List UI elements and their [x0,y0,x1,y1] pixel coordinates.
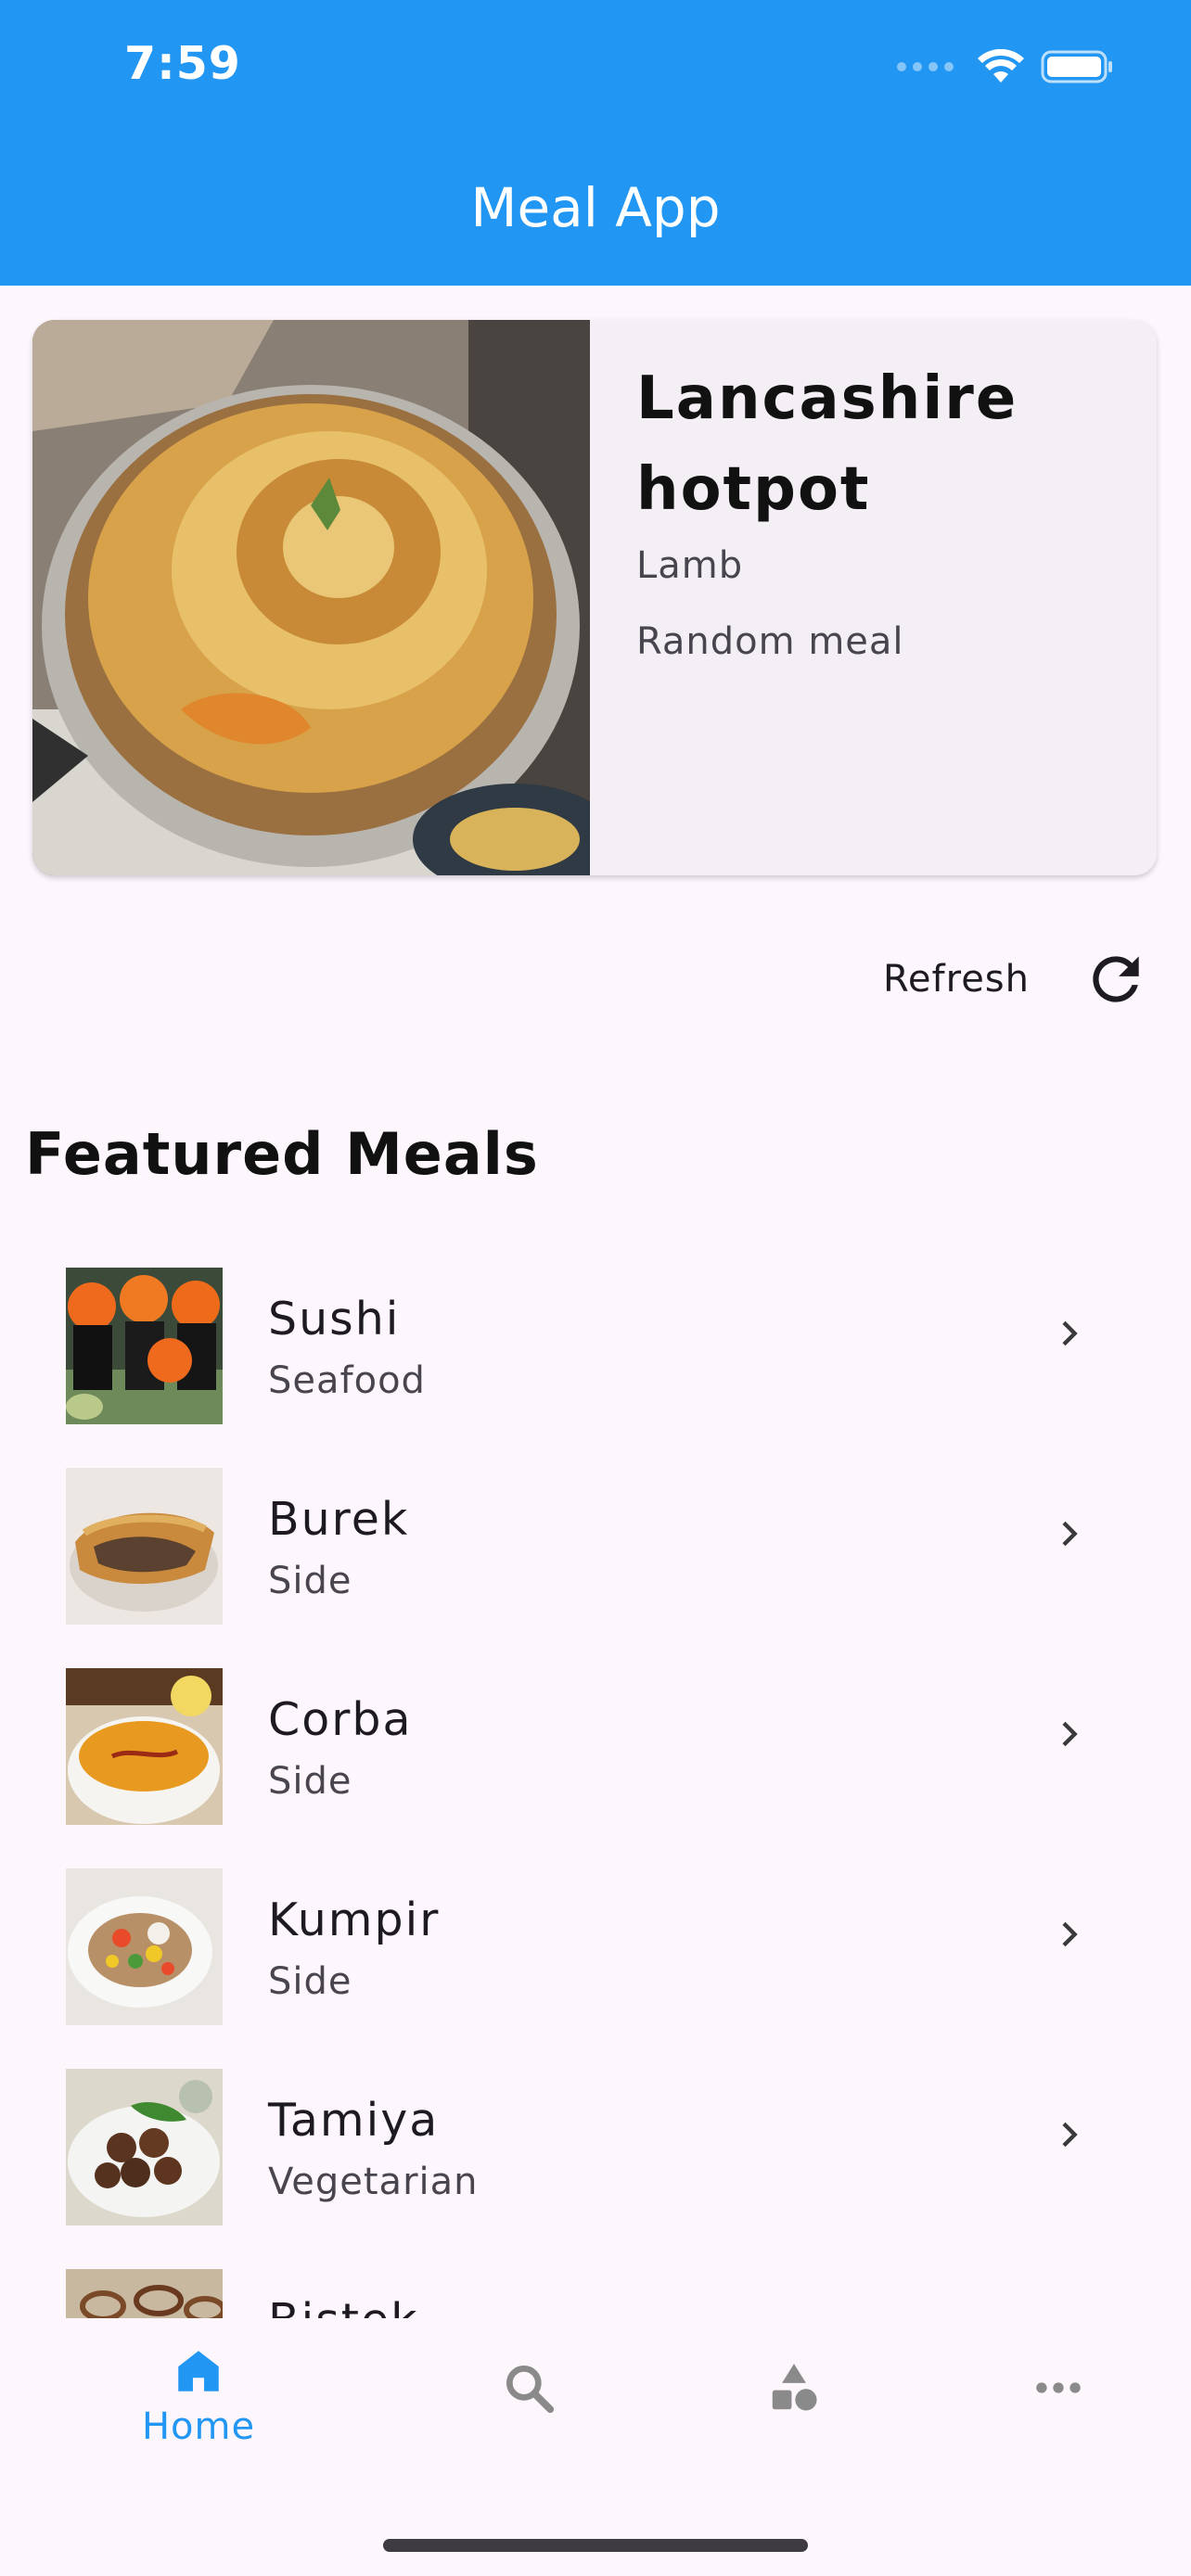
nav-search[interactable] [492,2318,566,2526]
nav-home-label: Home [141,2405,256,2448]
home-icon [178,2351,219,2391]
meal-name: Bistek [268,2294,419,2318]
status-icons [897,48,1115,85]
nav-categories[interactable] [757,2318,831,2526]
random-meal-title: Lancashire hotpot [636,364,1018,524]
meal-thumbnail [66,1668,223,1825]
list-item[interactable]: Burek Side [0,1454,1191,1654]
refresh-label: Refresh [882,958,1030,1001]
list-item[interactable]: Corba Side [0,1654,1191,1855]
meal-name: Burek [268,1493,410,1546]
chevron-right-icon [1062,2122,1078,2148]
meal-name: Tamiya [268,2094,440,2147]
categories-icon [772,2364,817,2411]
meal-name: Kumpir [268,1894,441,1946]
random-meal-label: Random meal [636,620,904,663]
status-time: 7:59 [124,37,241,90]
list-item[interactable]: Bistek [0,2255,1191,2318]
chevron-right-icon [1062,1320,1078,1346]
chevron-right-icon [1062,1921,1078,1947]
random-meal-category: Lamb [636,544,744,587]
meal-category: Side [268,1760,352,1803]
chevron-right-icon [1062,1721,1078,1747]
list-item[interactable]: Sushi Seafood [0,1254,1191,1454]
meal-thumbnail [66,1868,223,2025]
app-bar: 7:59 Meal App [0,0,1191,286]
meal-name: Corba [268,1693,413,1746]
meal-category: Seafood [268,1359,426,1402]
chevron-right-icon [1062,1521,1078,1547]
nav-home[interactable]: Home [130,2318,267,2511]
list-item[interactable]: Kumpir Side [0,1855,1191,2055]
featured-meals-list: Sushi Seafood Burek Side Corba Side Kump… [0,1254,1191,2318]
cellular-signal-icon [897,62,954,71]
home-indicator [383,2539,808,2552]
meal-category: Vegetarian [268,2161,479,2203]
meal-category: Side [268,1560,352,1602]
list-item[interactable]: Tamiya Vegetarian [0,2055,1191,2255]
nav-more[interactable] [1021,2318,1095,2526]
bottom-navigation: Home [0,2318,1191,2576]
random-meal-image [32,320,590,875]
refresh-icon [1093,956,1139,1002]
featured-meals-title: Featured Meals [25,1120,539,1188]
meal-thumbnail [66,2069,223,2225]
search-icon [506,2365,555,2414]
meal-thumbnail [66,1468,223,1625]
meal-thumbnail [66,2269,223,2318]
more-icon [1036,2382,1081,2393]
meal-name: Sushi [268,1293,401,1345]
wifi-icon [978,49,1024,83]
battery-icon [1041,50,1112,83]
refresh-button[interactable]: Refresh [883,940,1150,1018]
random-meal-card[interactable]: Lancashire hotpot Lamb Random meal [32,320,1157,875]
meal-thumbnail [66,1268,223,1424]
app-title: Meal App [470,176,721,239]
meal-category: Side [268,1960,352,2003]
